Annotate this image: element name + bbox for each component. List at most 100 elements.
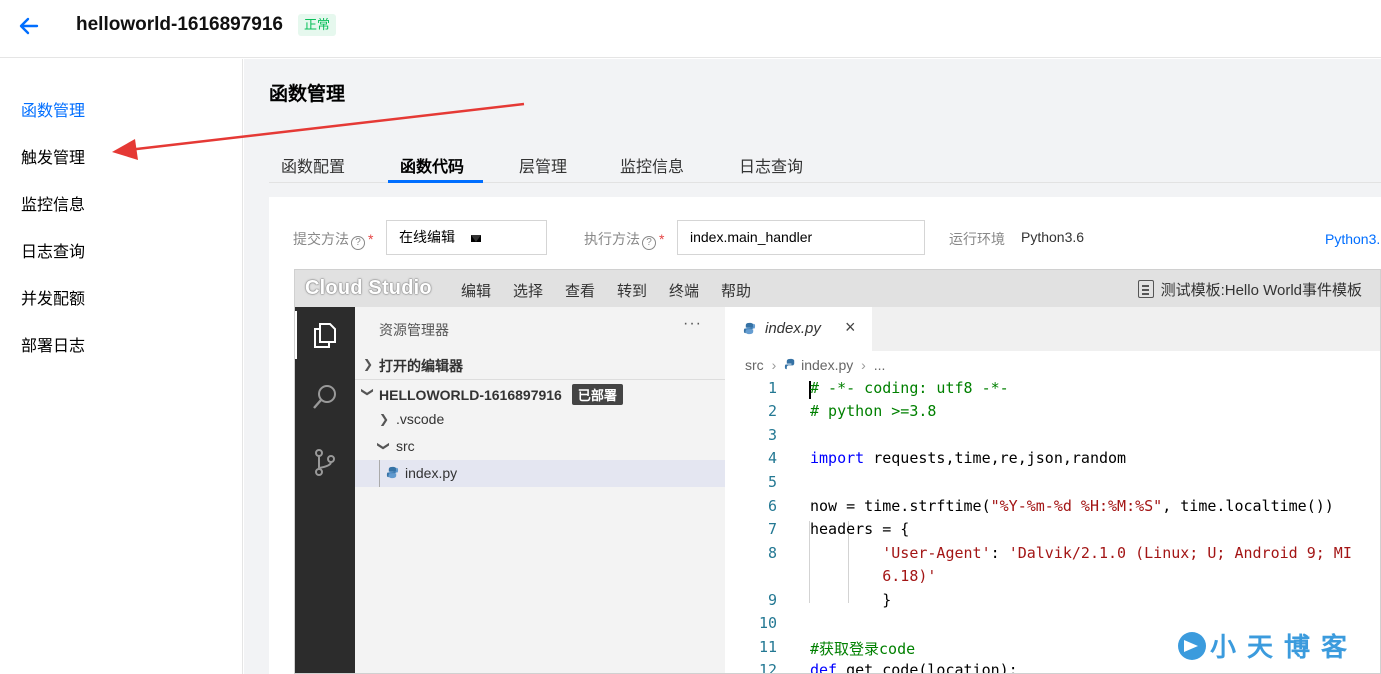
breadcrumb-separator: › — [861, 357, 866, 373]
tab-monitoring[interactable]: 监控信息 — [620, 153, 684, 177]
sidebar-item-concurrency-quota[interactable]: 并发配额 — [21, 285, 85, 309]
tab-function-code[interactable]: 函数代码 — [400, 153, 464, 177]
top-bar: helloworld-1616897916 正常 — [0, 0, 1381, 58]
explorer-panel: 资源管理器 ··· ❯ 打开的编辑器 ❯ HELLOWORLD-16168979… — [355, 307, 725, 673]
sidebar-item-function-management[interactable]: 函数管理 — [21, 97, 85, 121]
code-line-wrapped: 6.18)' — [882, 567, 937, 585]
line-number: 11 — [758, 638, 777, 656]
breadcrumb-src[interactable]: src — [745, 357, 764, 373]
cloud-studio-ide: Cloud Studio 编辑 选择 查看 转到 终端 帮助 测试模板:Hell… — [294, 269, 1381, 674]
line-number: 7 — [767, 520, 777, 538]
exec-method-label: 执行方法? * — [584, 229, 664, 250]
code-line-now: now = time.strftime("%Y-%m-%d %H:%M:%S",… — [810, 497, 1334, 515]
tab-layer-management[interactable]: 层管理 — [519, 153, 567, 177]
test-template-label: 测试模板:Hello World事件模板 — [1160, 282, 1362, 299]
breadcrumb-separator: › — [771, 357, 777, 373]
explorer-title: 资源管理器 — [379, 322, 449, 338]
submit-method-label: 提交方法? * — [293, 229, 373, 250]
folder-vscode[interactable]: ❯ .vscode — [355, 406, 725, 433]
required-mark: * — [368, 231, 374, 247]
main-content: 函数管理 函数配置 函数代码 层管理 监控信息 日志查询 提交方法? * 在线编辑… — [244, 59, 1381, 674]
open-editors-section[interactable]: ❯ 打开的编辑器 — [355, 351, 725, 378]
page-title: 函数管理 — [269, 84, 346, 105]
menu-edit[interactable]: 编辑 — [461, 280, 491, 301]
python-file-icon — [743, 322, 756, 335]
deployed-badge: 已部署 — [571, 384, 623, 405]
studio-menu-bar: Cloud Studio 编辑 选择 查看 转到 终端 帮助 测试模板:Hell… — [295, 270, 1380, 307]
menu-terminal[interactable]: 终端 — [669, 280, 699, 301]
sidebar-item-monitoring[interactable]: 监控信息 — [21, 191, 85, 215]
keyword-def: def — [810, 661, 838, 674]
help-icon[interactable]: ? — [642, 236, 656, 250]
chevron-down-icon: ❯ — [361, 386, 376, 398]
chevron-down-icon: ❯ — [377, 440, 392, 452]
line-number: 4 — [767, 449, 777, 467]
menu-goto[interactable]: 转到 — [617, 280, 647, 301]
code-line: #获取登录code — [810, 640, 916, 658]
code-line-def: def get_code(location): — [810, 661, 1018, 674]
line-number: 8 — [767, 544, 777, 562]
help-icon[interactable]: ? — [351, 236, 365, 250]
keyword-import: import — [810, 449, 865, 467]
sidebar-item-trigger-management[interactable]: 触发管理 — [21, 144, 85, 168]
menu-help[interactable]: 帮助 — [721, 280, 751, 301]
line-number: 5 — [767, 473, 777, 491]
submit-method-value: 在线编辑 — [399, 229, 455, 245]
line-number: 12 — [758, 661, 777, 674]
code-line: headers = { — [810, 520, 910, 538]
test-template-button[interactable]: 测试模板:Hello World事件模板 — [1137, 279, 1362, 300]
close-icon[interactable]: × — [845, 317, 856, 338]
activity-bar — [295, 307, 355, 673]
code-line-import: import requests,time,re,json,random — [810, 449, 1127, 467]
source-control-icon[interactable] — [310, 447, 340, 477]
breadcrumb-file[interactable]: index.py — [801, 357, 853, 373]
line-number: 6 — [767, 497, 777, 515]
breadcrumb-more[interactable]: ... — [874, 357, 886, 373]
watermark-text: 小天博客 — [1210, 632, 1359, 662]
tab-log-query[interactable]: 日志查询 — [739, 153, 803, 177]
sidebar-item-deploy-log[interactable]: 部署日志 — [21, 332, 85, 356]
chevron-right-icon: ❯ — [379, 412, 390, 426]
folder-vscode-label: .vscode — [396, 411, 445, 427]
project-name-row: HELLOWORLD-1616897916 已部署 — [379, 384, 623, 405]
folder-src-label: src — [396, 438, 415, 454]
runtime-value: Python3.6 — [1021, 229, 1085, 245]
code-editor: index.py × src › index.py › ... 1 # -*- … — [725, 307, 1380, 674]
indent-guide — [379, 460, 380, 487]
search-icon[interactable] — [310, 382, 340, 412]
caret-down-icon — [471, 235, 481, 242]
exec-method-input[interactable]: index.main_handler — [677, 220, 925, 255]
sidebar: 函数管理 触发管理 监控信息 日志查询 并发配额 部署日志 — [0, 59, 243, 674]
line-number: 9 — [767, 591, 777, 609]
editor-tab-index-py[interactable]: index.py × — [725, 307, 872, 351]
more-actions-icon[interactable]: ··· — [683, 315, 702, 333]
code-card: 提交方法? * 在线编辑 执行方法? * index.main_handler 运行… — [269, 197, 1381, 674]
files-icon[interactable] — [310, 320, 340, 350]
breadcrumb: src › index.py › ... — [745, 357, 885, 373]
file-index-py-row: index.py — [386, 465, 457, 481]
submit-method-select[interactable]: 在线编辑 — [386, 220, 547, 255]
open-editors-label: 打开的编辑器 — [379, 358, 463, 374]
python-file-icon — [785, 358, 795, 370]
menu-view[interactable]: 查看 — [565, 280, 595, 301]
editor-tab-strip: index.py × — [725, 307, 1380, 351]
activity-active-indicator — [295, 311, 297, 359]
required-mark: * — [659, 231, 665, 247]
runtime-doc-link[interactable]: Python3. — [1325, 231, 1380, 247]
file-index-py[interactable]: index.py — [355, 460, 725, 487]
line-number: 2 — [767, 402, 777, 420]
line-number: 1 — [767, 379, 777, 397]
menu-select[interactable]: 选择 — [513, 280, 543, 301]
code-line: # python >=3.8 — [810, 402, 937, 420]
status-badge: 正常 — [298, 14, 337, 36]
sidebar-item-log-query[interactable]: 日志查询 — [21, 238, 85, 262]
project-folder[interactable]: ❯ HELLOWORLD-1616897916 已部署 — [355, 379, 725, 406]
tab-function-config[interactable]: 函数配置 — [281, 153, 345, 177]
tab-bar: 函数配置 函数代码 层管理 监控信息 日志查询 — [269, 141, 1381, 183]
folder-src[interactable]: ❯ src — [355, 433, 725, 460]
back-arrow-icon[interactable] — [17, 14, 41, 38]
code-line: # -*- coding: utf8 -*- — [810, 379, 1009, 397]
editor-tab-label: index.py — [765, 320, 821, 337]
submit-method-text: 提交方法 — [293, 231, 349, 247]
watermark: 小天博客 — [1178, 627, 1358, 664]
